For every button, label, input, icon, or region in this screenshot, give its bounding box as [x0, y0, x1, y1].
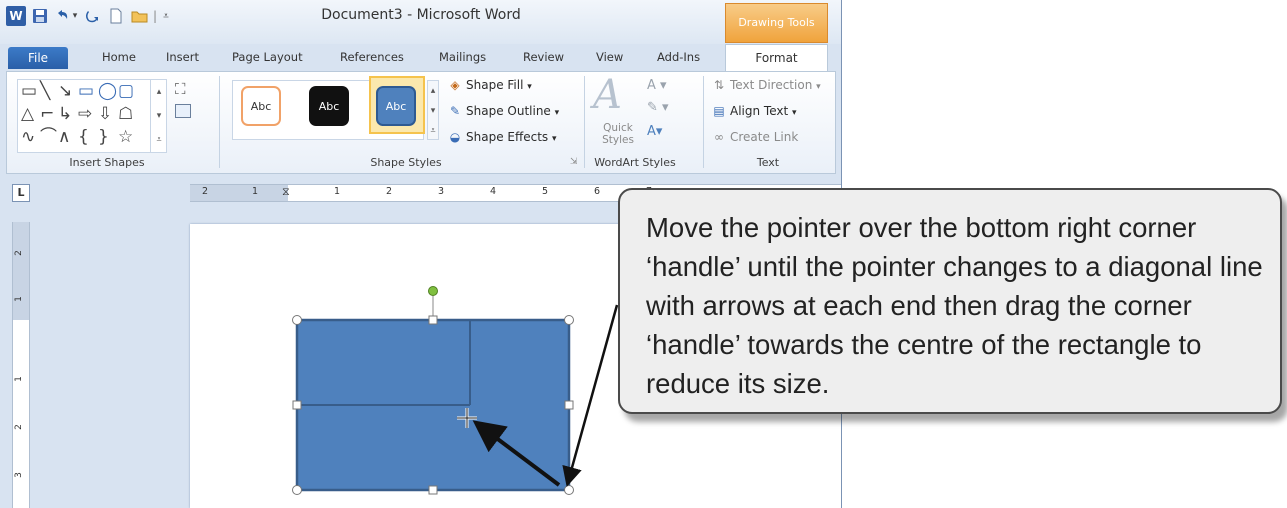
- callout-pointer-arrow: [562, 304, 619, 487]
- drag-direction-arrow: [472, 420, 561, 487]
- instruction-callout: Move the pointer over the bottom right c…: [618, 188, 1282, 414]
- callout-text: Move the pointer over the bottom right c…: [646, 212, 1263, 399]
